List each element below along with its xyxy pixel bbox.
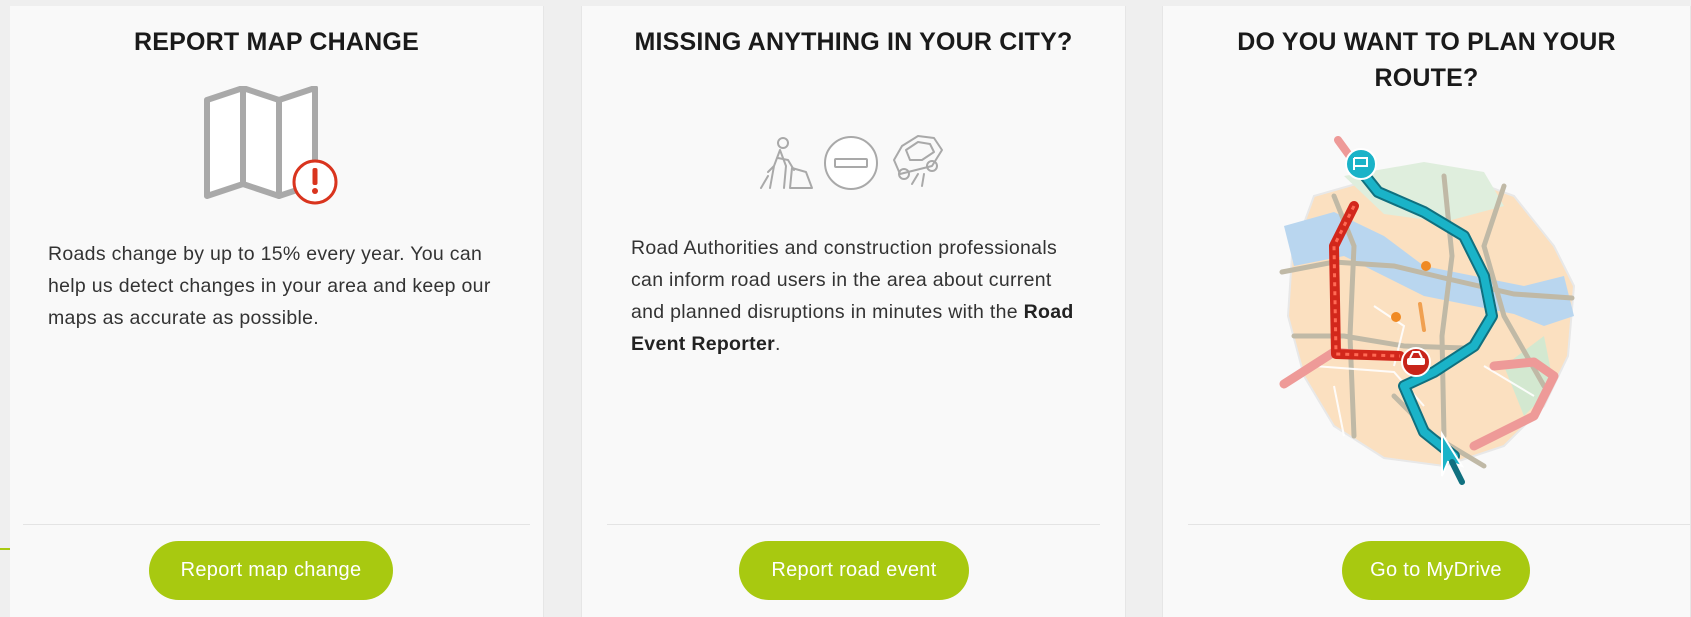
accident-icon [893,135,943,187]
card-body: Road Authorities and construction profes… [631,232,1085,360]
report-map-change-button[interactable]: Report map change [149,541,393,600]
roadwork-icon [760,137,813,189]
disruption-icons [758,130,953,194]
body-text: Road Authorities and construction profes… [631,237,1058,323]
go-to-mydrive-button[interactable]: Go to MyDrive [1342,541,1530,600]
card-missing-anything: MISSING ANYTHING IN YOUR CITY? Road Auth… [581,6,1126,617]
card-title: REPORT MAP CHANGE [134,28,419,56]
report-road-event-button[interactable]: Report road event [739,541,969,600]
route-map-illustration [1279,136,1576,485]
card-title: DO YOU WANT TO PLAN YOUR ROUTE? [1237,28,1616,92]
card-title: MISSING ANYTHING IN YOUR CITY? [634,28,1073,56]
divider [1188,524,1690,525]
divider [23,524,530,525]
divider [607,524,1100,525]
body-text-end: . [775,333,781,355]
card-body: Roads change by up to 15% every year. Yo… [48,243,491,329]
card-plan-route: DO YOU WANT TO PLAN YOUR ROUTE? Go to My… [1162,6,1691,617]
no-entry-icon [824,136,878,190]
card-report-map-change: REPORT MAP CHANGE Roads change by up to … [10,6,544,617]
map-alert-icon [204,86,338,205]
